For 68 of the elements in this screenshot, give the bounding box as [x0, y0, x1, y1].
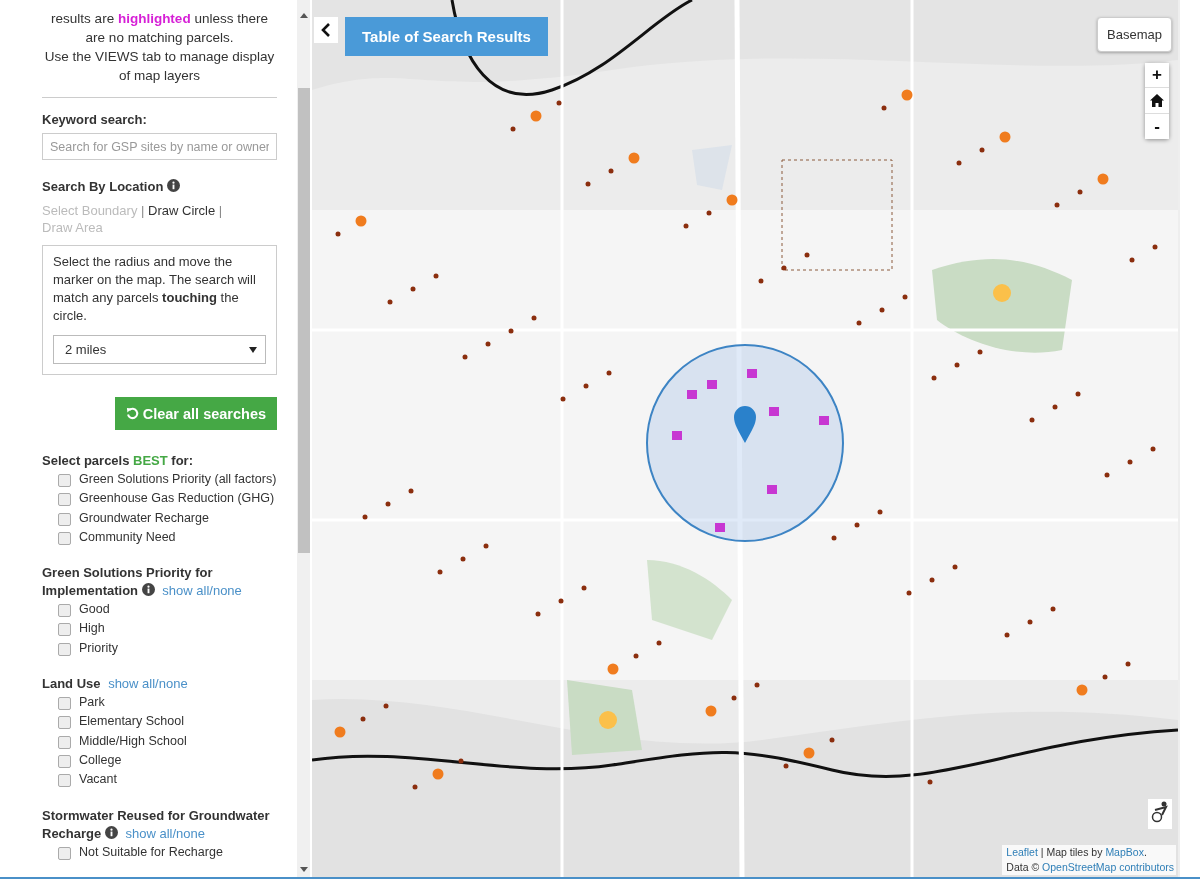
- search-mode-link[interactable]: Draw Circle: [148, 203, 216, 218]
- home-button[interactable]: [1145, 88, 1169, 114]
- checkbox[interactable]: [58, 754, 71, 768]
- attribution-link[interactable]: Leaflet: [1006, 846, 1038, 858]
- location-search-label: Search By Location: [42, 179, 165, 194]
- show-all-none-link[interactable]: show all/none: [108, 676, 188, 692]
- zoom-out-button[interactable]: -: [1145, 114, 1169, 139]
- reset-icon: [125, 407, 139, 420]
- checkbox-label[interactable]: Vacant: [79, 770, 278, 790]
- search-radius-circle[interactable]: [646, 344, 844, 542]
- checkbox[interactable]: [58, 512, 71, 526]
- checkbox-label[interactable]: Middle/High School: [79, 731, 278, 751]
- checkbox-label[interactable]: Not Suitable for Recharge: [79, 842, 278, 862]
- checkbox-label[interactable]: Elementary School: [79, 712, 278, 732]
- checkbox[interactable]: [58, 642, 71, 656]
- info-icon[interactable]: [104, 825, 118, 839]
- scrollbar-thumb[interactable]: [297, 88, 310, 553]
- filter-group-title: Select parcels BEST for:: [42, 452, 194, 470]
- zoom-in-button[interactable]: +: [1145, 63, 1169, 88]
- checkbox[interactable]: [58, 474, 71, 487]
- checkbox[interactable]: [58, 716, 71, 730]
- keyword-search-field[interactable]: Search for GSP sites by name or owner: [42, 133, 278, 160]
- checkbox[interactable]: [58, 623, 71, 637]
- checkbox-label[interactable]: Good: [79, 600, 278, 620]
- checkbox[interactable]: [58, 735, 71, 749]
- checkbox[interactable]: [58, 604, 71, 618]
- location-pin-icon[interactable]: [734, 406, 756, 443]
- info-icon[interactable]: [141, 583, 155, 597]
- attribution-text: .: [1143, 846, 1147, 858]
- attribution-link[interactable]: MapBox: [1105, 846, 1144, 858]
- attribution-text: | Map tiles by: [1039, 846, 1104, 858]
- attribution-text: Data ©: [1006, 861, 1041, 873]
- checkbox-label[interactable]: Community Need: [79, 527, 278, 548]
- home-icon: [1150, 94, 1164, 107]
- show-all-none-link[interactable]: show all/none: [162, 583, 242, 599]
- collapse-panel-button[interactable]: [314, 17, 338, 43]
- checkbox[interactable]: [58, 493, 71, 507]
- filter-group-title: Land Use show all/none: [42, 675, 189, 694]
- checkbox-label[interactable]: Greenhouse Gas Reduction (GHG): [79, 489, 278, 509]
- instructions-text: Select the radius and move the marker on the map. The search will match any parcels touching the circle.: [53, 253, 257, 325]
- show-all-none-link[interactable]: show all/none: [125, 825, 205, 841]
- separator: |: [218, 203, 223, 218]
- checkbox-label[interactable]: High: [79, 619, 278, 639]
- intro-text: results are highlighted unless there are no matching parcels.: [50, 10, 269, 47]
- basemap-button[interactable]: Basemap: [1097, 17, 1172, 52]
- person-icon: [1150, 801, 1170, 823]
- checkbox-label[interactable]: Green Solutions Priority (all factors): [79, 470, 278, 490]
- checkbox-label[interactable]: Priority: [79, 638, 278, 659]
- scroll-down-icon[interactable]: [299, 867, 308, 872]
- checkbox[interactable]: [58, 697, 71, 711]
- intro-text: Use the VIEWS tab to manage display of map layers: [43, 48, 276, 85]
- scroll-up-icon[interactable]: [299, 13, 308, 18]
- checkbox-label[interactable]: College: [79, 750, 278, 771]
- street-view-button[interactable]: [1148, 799, 1172, 829]
- info-icon[interactable]: [167, 179, 180, 192]
- checkbox[interactable]: [58, 531, 71, 545]
- filter-group-title: Green Solutions Priority for Implementation show all/none: [42, 564, 243, 601]
- checkbox[interactable]: [58, 774, 71, 788]
- checkbox-label[interactable]: Groundwater Recharge: [79, 508, 278, 528]
- chevron-left-icon: [321, 23, 331, 37]
- separator: |: [141, 203, 145, 218]
- attribution-link[interactable]: OpenStreetMap contributors: [1042, 861, 1174, 873]
- checkbox[interactable]: [58, 846, 71, 860]
- filter-group-title: Stormwater Reused for Groundwater Recharge show all/none: [42, 806, 271, 843]
- checkbox-label[interactable]: Park: [79, 693, 278, 713]
- dropdown-caret-icon: [249, 346, 258, 353]
- keyword-search-label: Keyword search:: [42, 112, 147, 127]
- radius-dropdown[interactable]: 2 miles: [53, 335, 267, 364]
